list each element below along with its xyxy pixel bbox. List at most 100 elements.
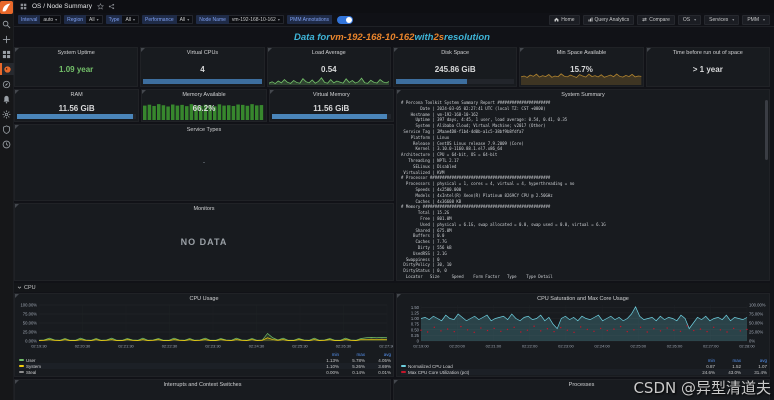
gauge-bar [143,79,261,84]
panel-title[interactable]: Load Average [268,48,390,56]
pmm-dashboards-icon[interactable] [0,63,14,75]
panel-corner-icon [142,90,146,94]
panel-load-average[interactable]: Load Average 0.54 [267,47,391,87]
filter-region-value[interactable]: All▾ [86,15,103,24]
explore-icon[interactable] [1,78,13,90]
panel-interrupts-context-switches[interactable]: Interrupts and Context Switches [14,379,391,400]
grafana-logo-icon[interactable] [0,1,13,14]
nav-home-button[interactable]: Home [549,15,579,25]
help-icon[interactable] [1,138,13,150]
legend-col-avg[interactable]: avg [365,352,391,357]
pmm-annotations-toggle[interactable] [337,16,353,24]
search-icon[interactable] [1,18,13,30]
panel-title[interactable]: CPU Saturation and Max Core Usage [397,294,769,302]
breadcrumb-bar: OS / Node Summary [14,0,774,13]
chevron-down-icon: ▾ [732,17,734,22]
cpu-saturation-chart[interactable]: 00.250.500.751.001.251.500%25.00%50.00%7… [399,303,769,349]
filter-type[interactable]: Type All▾ [106,15,139,24]
legend-col-max[interactable]: max [339,352,365,357]
legend-row-normalized-load[interactable]: Normalized CPU Load 0.87 1.52 1.07 [401,363,767,369]
filter-interval[interactable]: Interval auto▾ [18,15,61,24]
panel-title[interactable]: System Summary [397,90,769,98]
legend-row-system[interactable]: System 1.10% 5.26% 3.69% [19,363,391,369]
nav-services-button[interactable]: Services▾ [704,15,739,25]
panel-cpu-usage[interactable]: CPU Usage 0.00%25.00%50.00%75.00%100.00%… [14,293,394,377]
panel-corner-icon [15,125,19,129]
chevron-down-icon: ▾ [278,17,280,22]
filter-performance[interactable]: Performance All▾ [142,15,193,24]
panel-system-summary[interactable]: System Summary # Percona Toolkit System … [396,89,770,281]
panel-title[interactable]: Virtual Memory [270,90,393,98]
panel-title[interactable]: Service Types [15,125,393,133]
panel-virtual-cpus[interactable]: Virtual CPUs 4 [140,47,264,87]
nav-pmm-button[interactable]: PMM▾ [742,15,770,25]
panel-memory-available[interactable]: Memory Available 66.2% [141,89,266,122]
panel-virtual-memory[interactable]: Virtual Memory 11.56 GiB [269,89,394,122]
panel-ram[interactable]: RAM 11.56 GiB [14,89,139,122]
legend-col-min[interactable]: min [313,352,339,357]
panel-title[interactable]: Virtual CPUs [141,48,263,56]
filter-region[interactable]: Region All▾ [64,15,102,24]
legend-col-min[interactable]: min [689,358,715,363]
cpu-usage-chart[interactable]: 0.00%25.00%50.00%75.00%100.00%02:19:3002… [17,303,393,349]
panel-corner-icon [141,48,145,52]
panel-disk-space[interactable]: Disk Space 245.86 GiB [393,47,517,87]
panel-corner-icon [520,48,524,52]
legend-col-max[interactable]: max [715,358,741,363]
legend-row-user[interactable]: User 1.13% 5.78% 4.05% [19,357,391,363]
server-admin-icon[interactable] [1,123,13,135]
svg-text:02:19:00: 02:19:00 [413,344,429,349]
series-swatch [401,371,406,373]
alerting-icon[interactable] [1,93,13,105]
panel-cpu-saturation[interactable]: CPU Saturation and Max Core Usage 00.250… [396,293,770,377]
create-icon[interactable] [1,33,13,45]
chevron-down-icon [17,285,22,290]
legend-row-max-core-utilization[interactable]: Max CPU Core Utilization (pct) 24.6% 43.… [401,369,767,375]
share-icon[interactable] [108,3,115,10]
panel-service-types[interactable]: Service Types - [14,124,394,201]
filter-interval-value[interactable]: auto▾ [40,15,61,24]
nav-compare-button[interactable]: Compare [637,15,675,25]
panel-min-space-available[interactable]: Min Space Available 15.7% [519,47,643,87]
series-swatch [19,365,24,367]
panel-title[interactable]: Time before run out of space [647,48,769,56]
submenu-bar: Interval auto▾ Region All▾ Type All▾ Per… [14,13,774,27]
panel-monitors[interactable]: Monitors NO DATA [14,203,394,281]
panel-system-uptime[interactable]: System Uptime 1.09 year [14,47,138,87]
resolution-banner: Data for vm-192-168-10-162 with 2s resol… [14,28,770,46]
stats-row-2: RAM 11.56 GiB Memory Available 66.2% Vir… [14,89,394,122]
filter-node-name-value[interactable]: vm-192-168-10-162▾ [229,15,284,24]
panel-title[interactable]: Interrupts and Context Switches [15,380,390,388]
panel-title[interactable]: Disk Space [394,48,516,56]
panel-title[interactable]: CPU Usage [15,294,393,302]
panel-corner-icon [268,48,272,52]
panel-title[interactable]: Monitors [15,204,393,212]
filter-type-value[interactable]: All▾ [122,15,139,24]
svg-text:02:23:00: 02:23:00 [558,344,574,349]
row-header-cpu[interactable]: CPU [14,283,770,292]
legend-col-avg[interactable]: avg [741,358,767,363]
svg-text:02:20:00: 02:20:00 [449,344,465,349]
toggle-knob [346,17,352,23]
nav-query-analytics-button[interactable]: Query Analytics [583,15,635,25]
dashboards-icon[interactable] [1,48,13,60]
panel-title[interactable]: Min Space Available [520,48,642,56]
filter-node-name[interactable]: Node Name vm-192-168-10-162▾ [196,15,284,24]
panel-time-before-out-of-space[interactable]: Time before run out of space > 1 year [646,47,770,87]
configuration-icon[interactable] [1,108,13,120]
panel-title[interactable]: Memory Available [142,90,265,98]
panel-title[interactable]: RAM [15,90,138,98]
stat-value: 4 [141,65,263,74]
svg-text:02:28:00: 02:28:00 [739,344,755,349]
star-icon[interactable] [97,3,104,10]
nav-os-button[interactable]: OS▾ [678,15,701,25]
dashboard-title[interactable]: OS / Node Summary [32,3,92,10]
filter-performance-value[interactable]: All▾ [177,15,194,24]
dashboard-nav-links: Home Query Analytics Compare OS▾ Service… [549,15,770,25]
legend-row-steal[interactable]: Steal 0.00% 0.14% 0.01% [19,369,391,375]
panel-corner-icon [15,48,19,52]
stat-value: 1.09 year [15,65,137,74]
panel-title[interactable]: System Uptime [15,48,137,56]
chevron-down-icon: ▾ [694,17,696,22]
scrollbar[interactable] [765,100,768,160]
